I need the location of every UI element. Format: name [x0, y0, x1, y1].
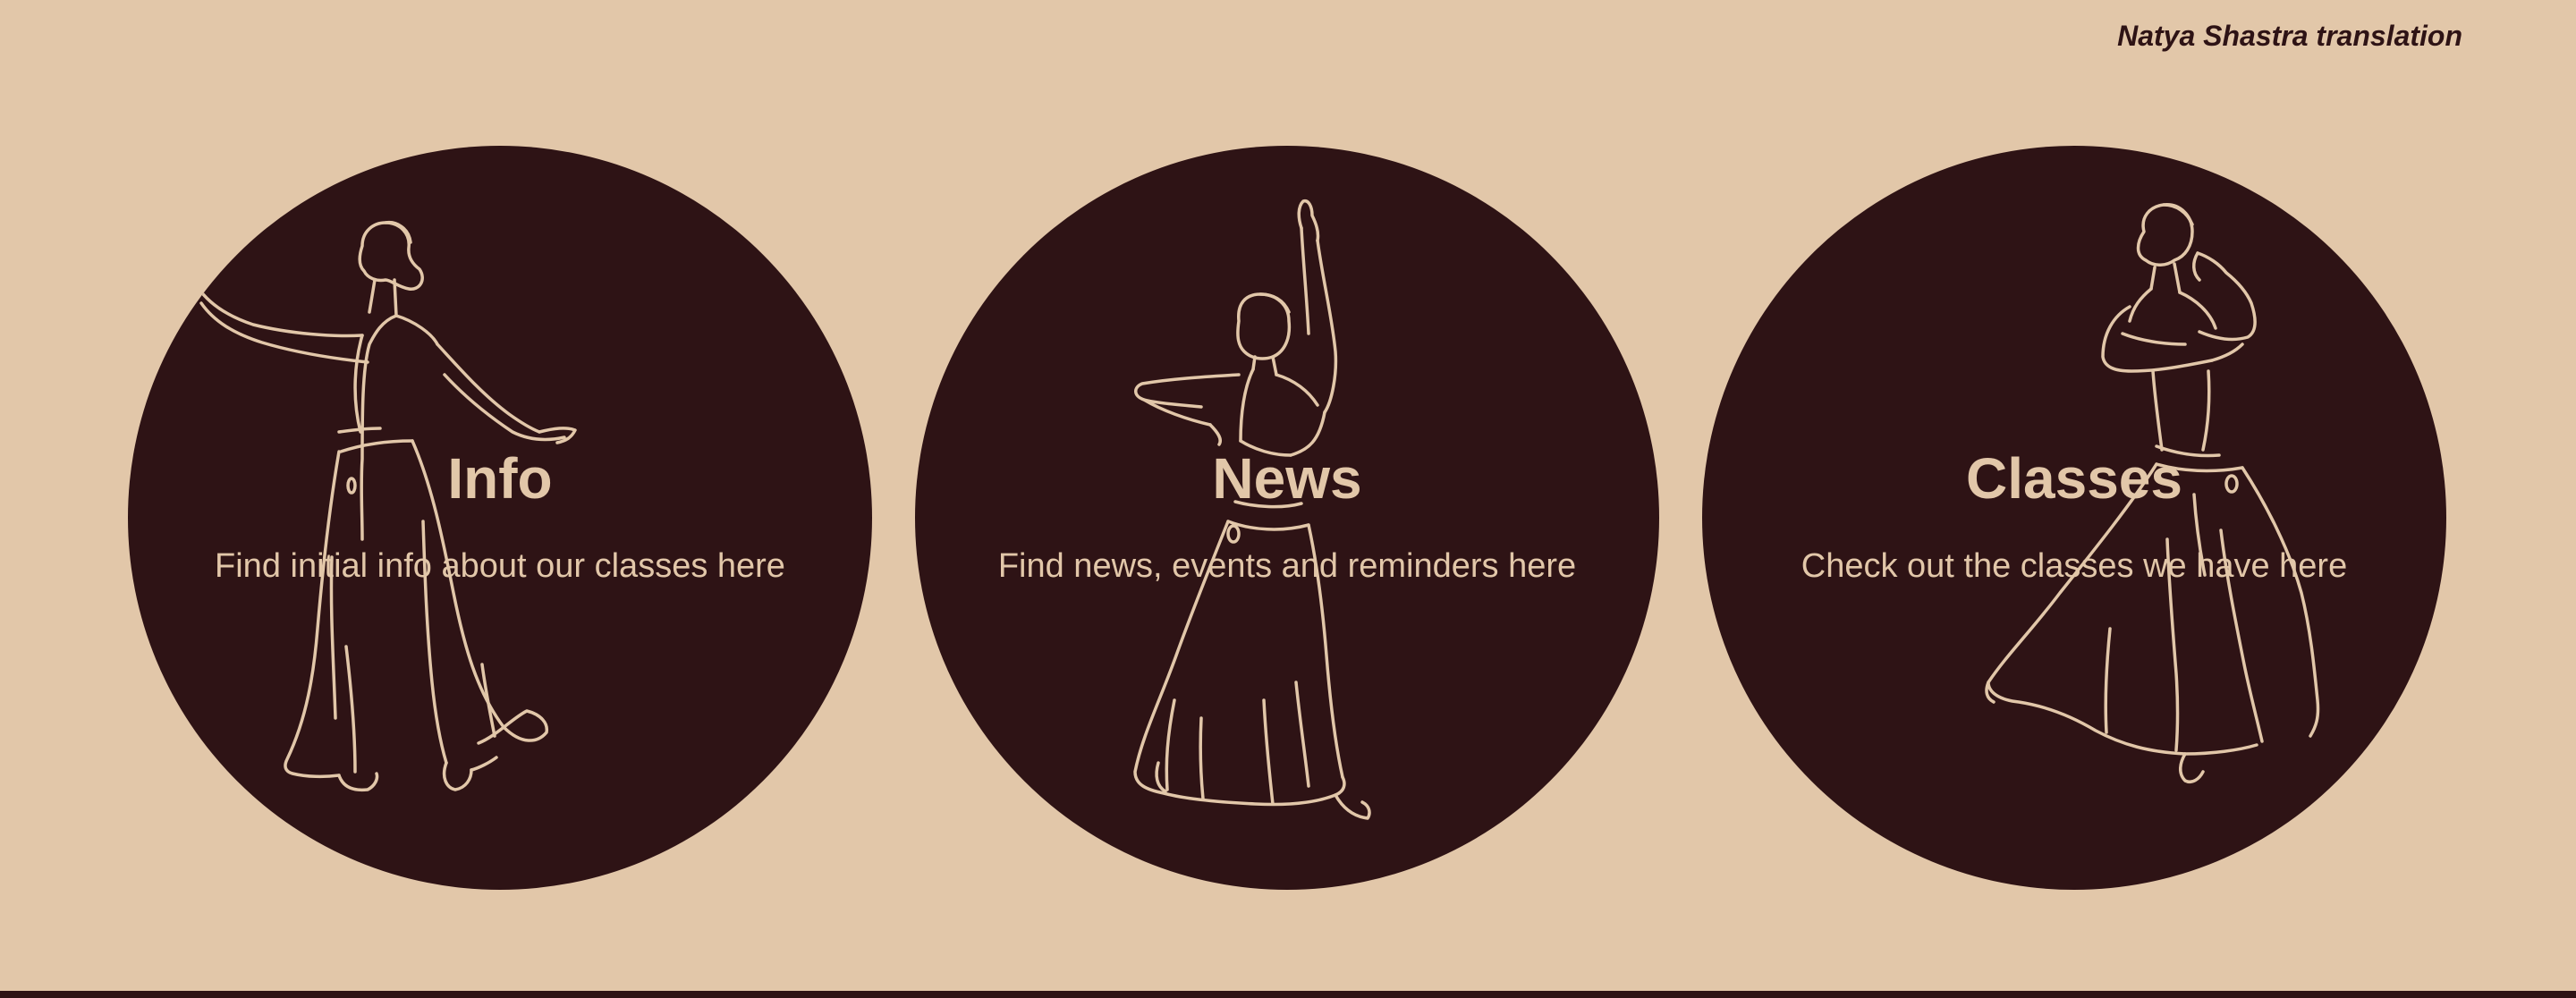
dancer-arm-raised-illustration: [1133, 199, 1371, 820]
footer-bar: [0, 991, 2576, 998]
classes-card-description: Check out the classes we have here: [1801, 547, 2348, 585]
info-card-title: Info: [447, 446, 553, 511]
classes-card[interactable]: Classes Check out the classes we have he…: [1702, 146, 2446, 890]
dancer-turning-illustration: [1985, 203, 2320, 783]
news-card-description: Find news, events and reminders here: [997, 547, 1577, 585]
info-card[interactable]: Info Find initial info about our classes…: [128, 146, 872, 890]
news-card-title: News: [1212, 446, 1362, 511]
news-card[interactable]: News Find news, events and reminders her…: [915, 146, 1659, 890]
classes-card-title: Classes: [1966, 446, 2182, 511]
page: Natya Shastra translation Info Find init…: [0, 0, 2576, 998]
natya-shastra-translation-link[interactable]: Natya Shastra translation: [2117, 20, 2462, 53]
info-card-description: Find initial info about our classes here: [215, 547, 785, 585]
dancer-arms-extended-illustration: [196, 220, 577, 792]
